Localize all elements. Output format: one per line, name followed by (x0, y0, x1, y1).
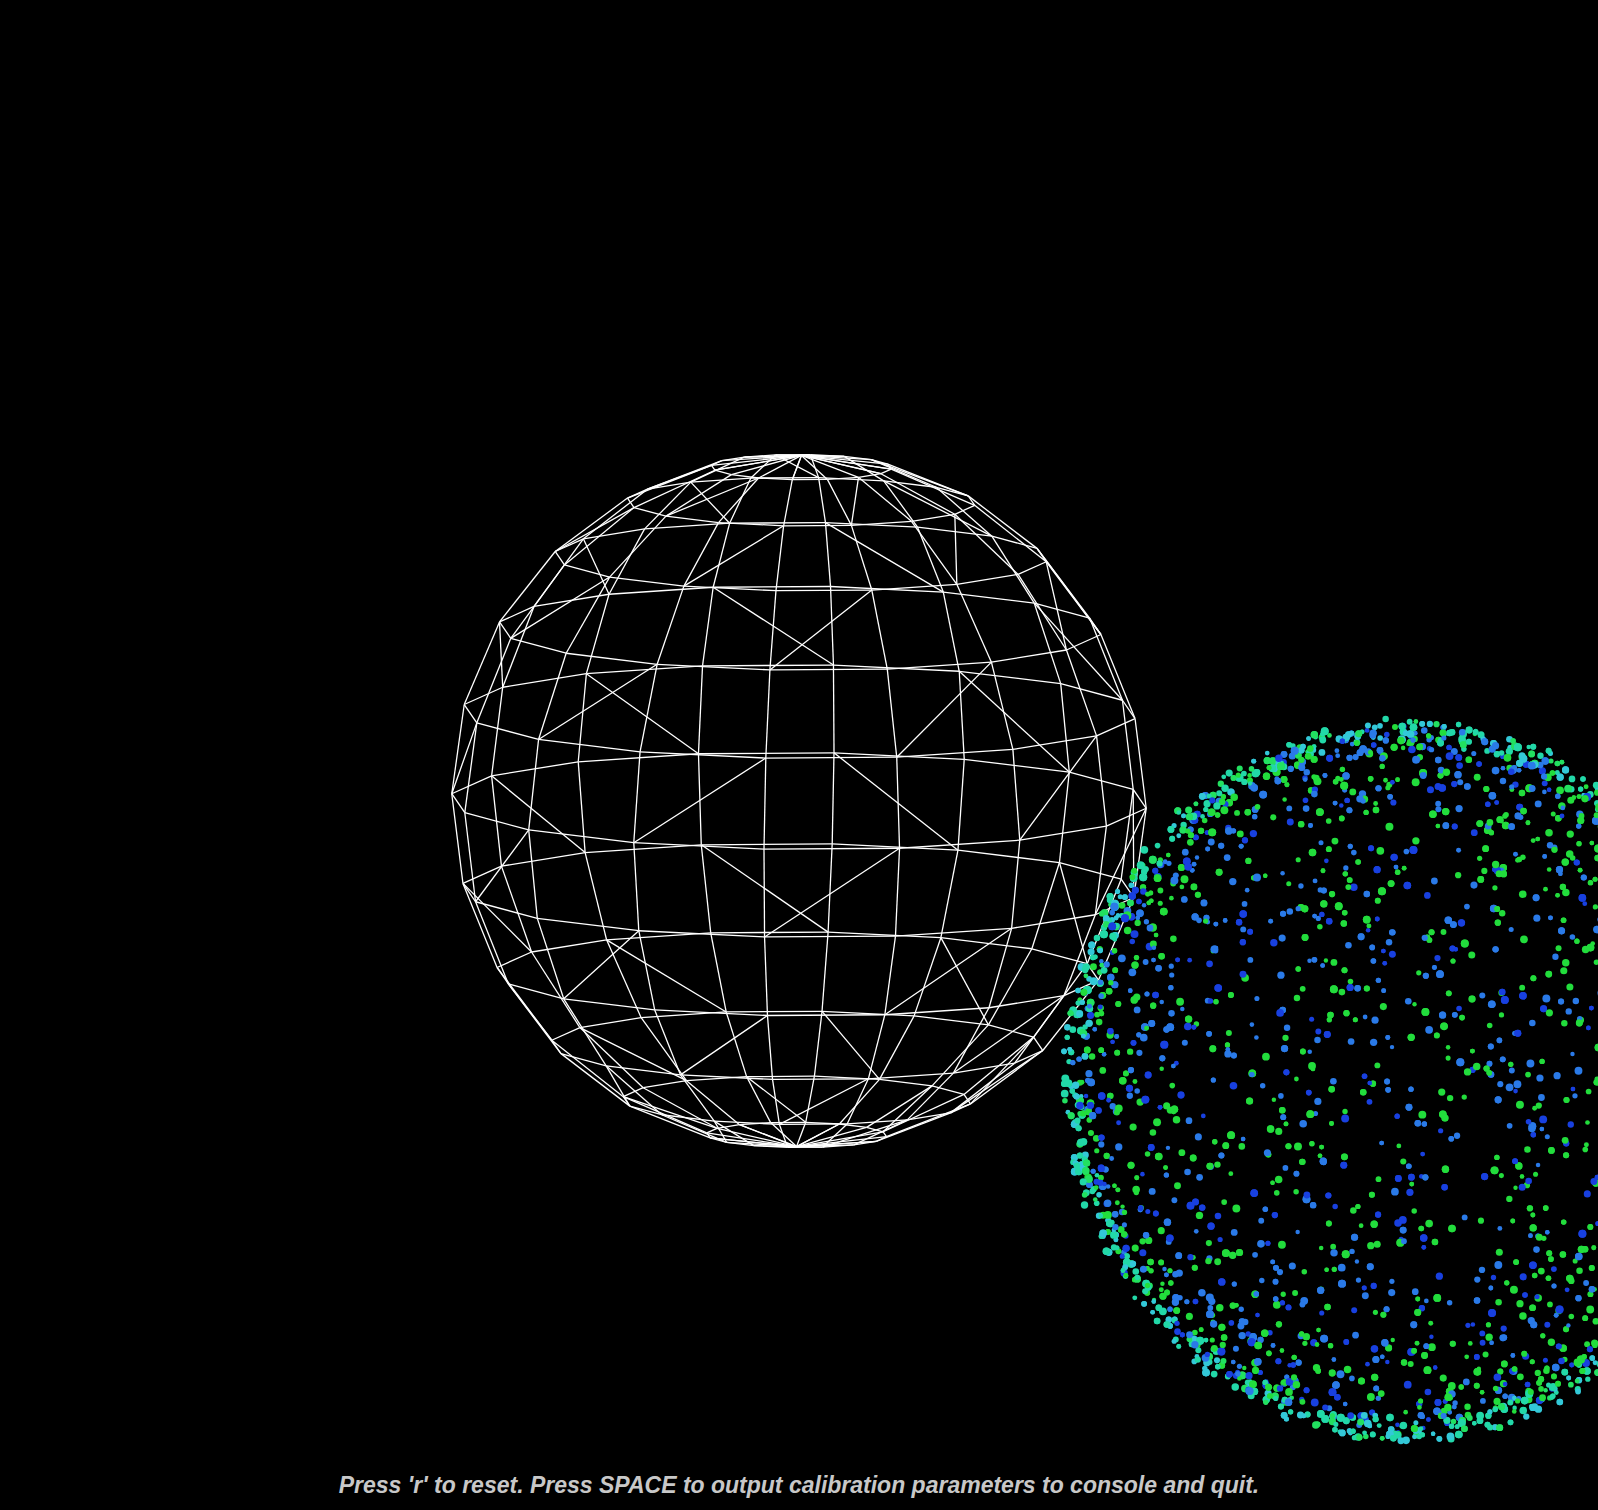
scene-viewport[interactable] (0, 0, 1598, 1462)
hint-text: Press 'r' to reset. Press SPACE to outpu… (339, 1470, 1260, 1500)
hint-bar: Press 'r' to reset. Press SPACE to outpu… (0, 1462, 1598, 1508)
calibration-viewer: Press 'r' to reset. Press SPACE to outpu… (0, 0, 1598, 1510)
wireframe-sphere (452, 455, 1146, 1148)
point-cloud (1061, 716, 1598, 1444)
